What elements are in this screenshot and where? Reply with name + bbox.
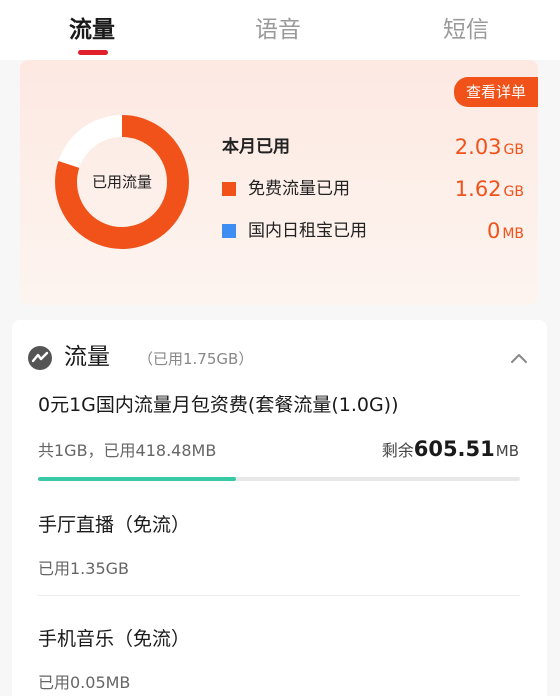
free-used-value: 1.62 GB: [455, 174, 524, 207]
view-details-button[interactable]: 查看详单: [454, 77, 538, 107]
month-used-number: 2.03: [454, 135, 502, 159]
remaining-label: 剩余: [381, 441, 414, 460]
free-item-used: 已用0.05MB: [38, 673, 131, 692]
free-item-name: 手厅直播（免流）: [38, 514, 191, 536]
domestic-day-label: 国内日租宝已用: [248, 221, 367, 241]
month-used-unit: GB: [503, 142, 524, 158]
trend-icon: [28, 346, 52, 370]
domestic-day-number: 0: [486, 219, 501, 243]
month-used-label: 本月已用: [222, 137, 290, 157]
domestic-day-value: 0 MB: [487, 216, 524, 249]
package-usage: 共1GB，已用418.48MB: [38, 441, 217, 460]
domestic-day-swatch: [222, 224, 236, 238]
donut-center-label: 已用流量: [91, 173, 152, 191]
free-used-swatch: [222, 182, 236, 196]
month-used-row: 本月已用 2.03 GB: [222, 132, 524, 162]
flow-section-subtitle: （已用1.75GB）: [138, 350, 254, 368]
package-remaining: 剩余605.51MB: [382, 434, 519, 466]
package-progress-fill: [38, 477, 236, 481]
free-used-unit: GB: [503, 184, 524, 200]
free-used-number: 1.62: [454, 177, 502, 201]
free-used-label: 免费流量已用: [248, 179, 350, 199]
tab-sms[interactable]: 短信: [406, 12, 526, 48]
domestic-day-unit: MB: [502, 226, 524, 242]
free-item-used: 已用1.35GB: [38, 559, 130, 578]
divider: [38, 595, 520, 596]
usage-donut-chart: 已用流量: [54, 114, 190, 250]
package-name: 0元1G国内流量月包资费(套餐流量(1.0G)): [38, 394, 399, 416]
month-used-value: 2.03 GB: [455, 132, 524, 165]
tab-bar: 流量 语音 短信: [0, 0, 560, 60]
tab-voice[interactable]: 语音: [218, 12, 338, 48]
chevron-up-icon[interactable]: [507, 346, 531, 370]
flow-section-title: 流量: [64, 344, 110, 370]
remaining-value: 605.51: [413, 437, 495, 461]
tab-flow[interactable]: 流量: [32, 12, 152, 48]
flow-detail-card: 流量 （已用1.75GB） 0元1G国内流量月包资费(套餐流量(1.0G)) 共…: [12, 320, 547, 696]
flow-section-header[interactable]: 流量 （已用1.75GB）: [28, 342, 533, 372]
remaining-unit: MB: [495, 442, 519, 460]
domestic-day-row: 国内日租宝已用 0 MB: [222, 216, 524, 246]
usage-summary-card: 查看详单 已用流量 本月已用 2.03 GB 免费流量已用 1.62 GB 国内日租…: [20, 60, 538, 305]
free-item-name: 手机音乐（免流）: [38, 628, 191, 650]
package-progress-bar: [38, 477, 520, 481]
free-used-row: 免费流量已用 1.62 GB: [222, 174, 524, 204]
tab-active-indicator: [78, 50, 108, 55]
